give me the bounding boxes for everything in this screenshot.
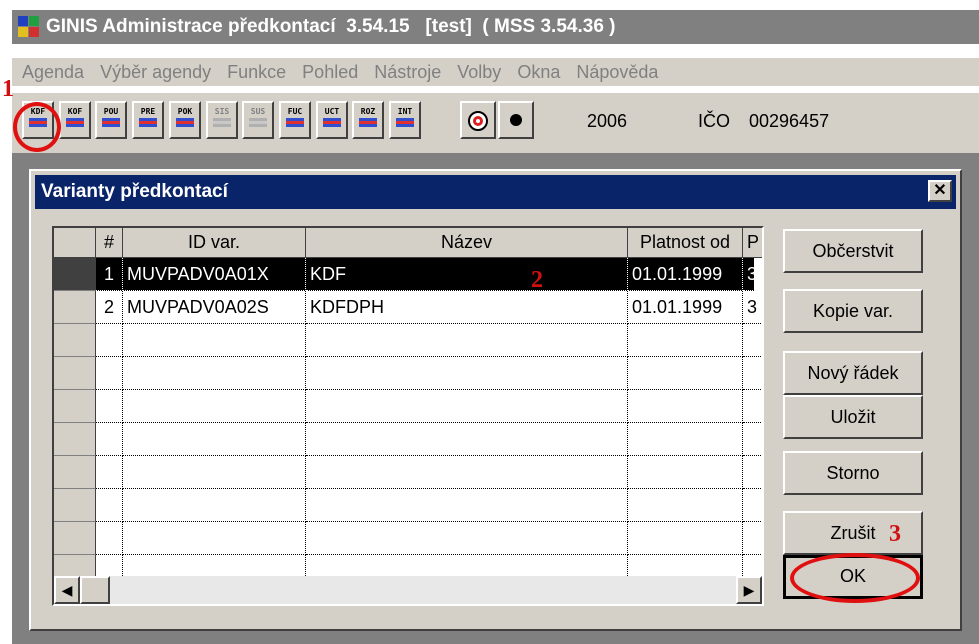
table-row-empty[interactable]	[54, 522, 762, 555]
dialog-title: Varianty předkontací	[41, 181, 228, 202]
header-num[interactable]: #	[96, 228, 123, 258]
year-label: 2006	[587, 111, 628, 131]
scroll-left-button[interactable]: ◀	[54, 576, 80, 604]
dialog-title-bar: Varianty předkontací ✕	[35, 175, 956, 209]
cell-p: 3	[743, 291, 762, 324]
ok-button[interactable]: OK	[783, 555, 923, 599]
close-icon: ✕	[933, 182, 947, 199]
target-button[interactable]	[460, 101, 496, 139]
cancel-button[interactable]: Storno	[783, 451, 923, 495]
annotation-3: 3	[889, 521, 901, 547]
flag-icon	[396, 118, 414, 127]
flag-icon	[176, 118, 194, 127]
flag-icon	[66, 118, 84, 127]
row-indicator	[54, 456, 96, 489]
table-row-empty[interactable]	[54, 390, 762, 423]
refresh-button[interactable]: Občerstvit	[783, 229, 923, 273]
toolbar-button-pok[interactable]: POK	[169, 101, 201, 139]
menu-napoveda[interactable]: Nápověda	[576, 62, 658, 83]
cell-valid-from: 01.01.1999	[628, 291, 743, 324]
table-row-selected[interactable]: 1 MUVPADV0A01X KDF 01.01.1999 3	[54, 258, 762, 291]
toolbar-button-sus[interactable]: SUS	[242, 101, 274, 139]
annotation-2: 2	[531, 267, 543, 293]
toolbar-button-pou[interactable]: POU	[95, 101, 127, 139]
annotation-1: 1	[2, 76, 14, 102]
row-indicator	[54, 291, 96, 324]
variants-dialog: Varianty předkontací ✕ # ID var. Název P…	[29, 169, 962, 631]
header-indicator	[54, 228, 96, 258]
row-indicator	[54, 423, 96, 456]
ico-label: IČO	[698, 111, 731, 131]
scroll-right-button[interactable]: ▶	[736, 576, 762, 604]
table-row-empty[interactable]	[54, 324, 762, 357]
cell-name: KDFDPH	[306, 291, 628, 324]
menu-agenda[interactable]: Agenda	[22, 62, 84, 83]
cell-num: 1	[96, 258, 123, 291]
row-indicator	[54, 390, 96, 423]
header-id[interactable]: ID var.	[123, 228, 306, 258]
toolbar: KDF KOF POU PRE POK SIS SUS FUC UCT ROZ …	[12, 93, 979, 153]
table-row-empty[interactable]	[54, 423, 762, 456]
new-row-button[interactable]: Nový řádek	[783, 351, 923, 395]
menu-nastroje[interactable]: Nástroje	[374, 62, 441, 83]
horizontal-scrollbar[interactable]: ◀ ▶	[54, 576, 762, 604]
header-p[interactable]: P	[743, 228, 762, 258]
menu-pohled[interactable]: Pohled	[302, 62, 358, 83]
flag-icon	[323, 118, 341, 127]
cell-valid-from: 01.01.1999	[628, 258, 743, 291]
cell-id: MUVPADV0A02S	[123, 291, 306, 324]
window-title: GINIS Administrace předkontací 3.54.15 […	[46, 16, 616, 37]
flag-icon	[286, 118, 304, 127]
table-row[interactable]: 2 MUVPADV0A02S KDFDPH 01.01.1999 3	[54, 291, 762, 324]
toolbar-button-kdf[interactable]: KDF	[22, 101, 54, 139]
flag-icon	[102, 118, 120, 127]
toolbar-button-kof[interactable]: KOF	[59, 101, 91, 139]
header-name[interactable]: Název	[306, 228, 628, 258]
scroll-thumb[interactable]	[80, 576, 110, 604]
row-indicator	[54, 357, 96, 390]
row-indicator	[54, 522, 96, 555]
flag-icon	[359, 118, 377, 127]
arrow-right-icon: ▶	[743, 582, 755, 598]
window-title-bar: GINIS Administrace předkontací 3.54.15 […	[12, 10, 979, 44]
flag-icon	[139, 118, 157, 127]
menu-vyber-agendy[interactable]: Výběr agendy	[100, 62, 211, 83]
variants-grid[interactable]: # ID var. Název Platnost od P 1 MUVPADV0…	[52, 226, 764, 606]
header-valid-from[interactable]: Platnost od	[628, 228, 743, 258]
menu-volby[interactable]: Volby	[457, 62, 501, 83]
arrow-left-icon: ◀	[61, 582, 73, 598]
target-icon	[468, 111, 488, 131]
menu-bar: Agenda Výběr agendy Funkce Pohled Nástro…	[12, 58, 979, 86]
cell-p: 3	[743, 258, 762, 291]
table-row-empty[interactable]	[54, 456, 762, 489]
menu-okna[interactable]: Okna	[517, 62, 560, 83]
toolbar-button-fuc[interactable]: FUC	[279, 101, 311, 139]
toolbar-button-sis[interactable]: SIS	[206, 101, 238, 139]
cell-num: 2	[96, 291, 123, 324]
flag-icon	[249, 118, 267, 127]
row-indicator	[54, 324, 96, 357]
ico-value: 00296457	[749, 111, 830, 131]
dot-icon	[510, 114, 522, 126]
copy-variant-button[interactable]: Kopie var.	[783, 289, 923, 333]
table-row-empty[interactable]	[54, 357, 762, 390]
toolbar-button-uct[interactable]: UCT	[316, 101, 348, 139]
menu-funkce[interactable]: Funkce	[227, 62, 286, 83]
cell-name: KDF	[306, 258, 628, 291]
flag-icon	[213, 118, 231, 127]
row-indicator	[54, 258, 96, 291]
save-button[interactable]: Uložit	[783, 395, 923, 439]
delete-button[interactable]: Zrušit	[783, 511, 923, 555]
app-icon	[18, 16, 40, 38]
toolbar-button-roz[interactable]: ROZ	[352, 101, 384, 139]
row-indicator	[54, 489, 96, 522]
toolbar-button-int[interactable]: INT	[389, 101, 421, 139]
cell-id: MUVPADV0A01X	[123, 258, 306, 291]
flag-icon	[29, 118, 47, 127]
close-button[interactable]: ✕	[928, 180, 952, 202]
table-row-empty[interactable]	[54, 489, 762, 522]
toolbar-button-pre[interactable]: PRE	[132, 101, 164, 139]
record-button[interactable]	[498, 101, 534, 139]
